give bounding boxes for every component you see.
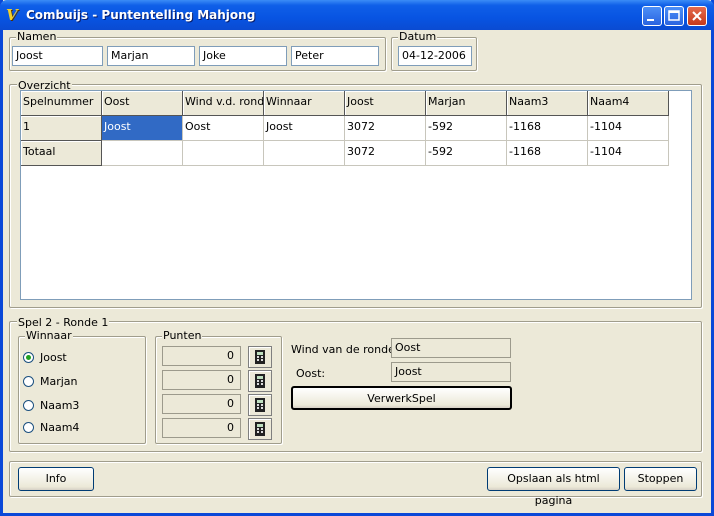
grid-cell[interactable]: -1168 [507, 116, 588, 141]
grid-cell[interactable]: -1104 [588, 141, 669, 166]
winner-radio-2[interactable]: Marjan [23, 373, 78, 389]
save-html-button[interactable]: Opslaan als html pagina [487, 467, 620, 507]
winner-radio-label: Naam3 [40, 398, 80, 412]
winner-radio-4[interactable]: Naam4 [23, 419, 79, 435]
grid-cell[interactable]: 3072 [345, 116, 426, 141]
grid-cell[interactable] [264, 141, 345, 166]
grid-cell[interactable]: -1104 [588, 116, 669, 141]
namen-legend: Namen [16, 30, 58, 43]
calculator-button-1[interactable] [248, 346, 272, 368]
maximize-icon [668, 10, 680, 21]
winner-radio-label: Naam4 [40, 420, 80, 434]
player-name-field-4[interactable]: Peter [291, 46, 379, 66]
winnaar-legend: Winnaar [25, 329, 73, 342]
points-field-4[interactable]: 0 [162, 418, 241, 438]
grid-cell[interactable] [102, 141, 183, 166]
window-title: Combuijs - Puntentelling Mahjong [26, 8, 256, 22]
grid-cell[interactable]: -1168 [507, 141, 588, 166]
grid-cell[interactable]: Joost [102, 116, 183, 141]
grid-cell[interactable]: Oost [183, 116, 264, 141]
player-name-field-1[interactable]: Joost [12, 46, 103, 66]
winner-radio-1[interactable]: Joost [23, 349, 67, 365]
grid-cell[interactable]: -592 [426, 141, 507, 166]
winner-radio-label: Marjan [40, 374, 78, 388]
calculator-button-2[interactable] [248, 370, 272, 392]
grid-cell[interactable] [183, 141, 264, 166]
grid-header-winnaar[interactable]: Winnaar [264, 91, 345, 116]
player-name-field-2[interactable]: Marjan [107, 46, 195, 66]
radio-selected-icon [23, 351, 34, 363]
main-window: Ⅴ Combuijs - Puntentelling Mahjong Namen… [0, 0, 714, 516]
grid-row-header[interactable]: 1 [21, 116, 102, 141]
oost-label: Oost: [296, 367, 326, 380]
date-field[interactable]: 04-12-2006 [398, 46, 472, 66]
wind-label: Wind van de ronde: [291, 343, 399, 356]
player-name-field-3[interactable]: Joke [199, 46, 287, 66]
grid-header-spelnummer[interactable]: Spelnummer [21, 91, 102, 116]
calculator-icon [255, 398, 265, 412]
radio-icon [23, 421, 34, 433]
grid-cell[interactable]: Joost [264, 116, 345, 141]
points-field-1[interactable]: 0 [162, 346, 241, 366]
maximize-button[interactable] [664, 6, 684, 26]
winner-radio-label: Joost [40, 350, 67, 364]
verwerk-spel-button[interactable]: VerwerkSpel [291, 386, 512, 410]
punten-legend: Punten [162, 329, 203, 342]
title-bar[interactable]: Ⅴ Combuijs - Puntentelling Mahjong [0, 0, 714, 30]
datum-legend: Datum [398, 30, 438, 43]
oost-field: Joost [391, 362, 511, 382]
close-button[interactable] [687, 6, 707, 26]
wind-field: Oost [391, 338, 511, 358]
grid-header-naam3[interactable]: Naam3 [507, 91, 588, 116]
winner-radio-3[interactable]: Naam3 [23, 397, 79, 413]
grid-header-joost[interactable]: Joost [345, 91, 426, 116]
grid-cell[interactable]: -592 [426, 116, 507, 141]
grid-header-naam4[interactable]: Naam4 [588, 91, 669, 116]
calculator-icon [255, 350, 265, 364]
score-grid[interactable]: Spelnummer Oost Wind v.d. ronde Winnaar … [20, 90, 692, 300]
calculator-icon [255, 422, 265, 436]
points-field-3[interactable]: 0 [162, 394, 241, 414]
grid-cell[interactable]: 3072 [345, 141, 426, 166]
close-icon [692, 11, 702, 21]
grid-header-wind[interactable]: Wind v.d. ronde [183, 91, 264, 116]
spel-legend: Spel 2 - Ronde 1 [17, 316, 110, 329]
grid-row-header[interactable]: Totaal [21, 141, 102, 166]
radio-icon [23, 399, 34, 411]
grid-header-oost[interactable]: Oost [102, 91, 183, 116]
calculator-button-4[interactable] [248, 418, 272, 440]
info-button[interactable]: Info [18, 467, 94, 491]
grid-header-marjan[interactable]: Marjan [426, 91, 507, 116]
minimize-button[interactable] [642, 6, 662, 26]
stop-button[interactable]: Stoppen [624, 467, 697, 491]
calculator-button-3[interactable] [248, 394, 272, 416]
app-icon: Ⅴ [6, 6, 18, 24]
points-field-2[interactable]: 0 [162, 370, 241, 390]
radio-icon [23, 375, 34, 387]
minimize-icon [647, 19, 654, 21]
calculator-icon [255, 374, 265, 388]
